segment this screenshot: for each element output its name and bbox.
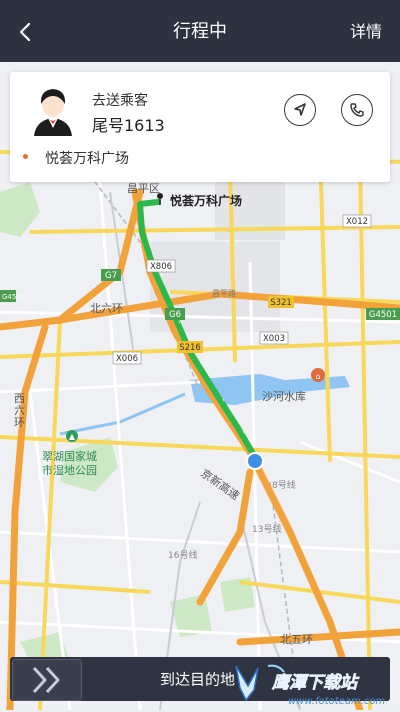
svg-text:▲: ▲: [69, 432, 76, 441]
park-pin-icon: ▲: [66, 430, 78, 442]
navigation-icon: [294, 103, 306, 116]
details-button[interactable]: 详情: [350, 18, 382, 42]
g4501-shield-right: G4501: [369, 310, 397, 320]
x012-shield: X012: [346, 217, 368, 227]
beiliu-label: 北六环: [90, 302, 123, 315]
cuihu-label-line2: 市湿地公园: [42, 463, 97, 477]
s216-shield: S216: [179, 343, 201, 353]
passenger-tail-number: 尾号1613: [92, 116, 165, 135]
svg-text:‹: ‹: [147, 232, 150, 240]
destination-poi-label: 悦荟万科广场: [170, 193, 242, 208]
g6-shield: G6: [169, 310, 181, 320]
g7-shield: G7: [105, 271, 117, 281]
driver-avatar-icon: [34, 89, 72, 136]
x806-shield: X806: [150, 262, 172, 272]
call-button[interactable]: [341, 94, 373, 126]
destination-dot-icon: [23, 154, 28, 159]
current-location-marker: [246, 452, 264, 470]
double-chevron-right-icon: [32, 666, 60, 694]
g4501-shield-left: G4501: [2, 293, 25, 301]
svg-text:鹰潭下载站: 鹰潭下载站: [271, 673, 360, 693]
watermark-logo: 鹰潭下载站 www.fototeam.com: [235, 664, 385, 707]
shahe-label: 沙河水库: [262, 390, 306, 403]
cuihu-label-line1: 翠湖国家城: [42, 449, 97, 463]
changping-label: 昌平区: [127, 182, 160, 195]
page-title: 行程中: [173, 21, 227, 42]
site-watermark: 鹰潭下载站 www.fototeam.com: [228, 660, 388, 708]
passenger-card: 去送乘客 尾号1613 悦荟万科广场: [10, 72, 390, 182]
svg-text:‹: ‹: [200, 359, 203, 367]
arrive-destination-label: 到达目的地: [160, 670, 236, 689]
changping-road-label: 昌平路: [212, 288, 236, 298]
svg-text:⌂: ⌂: [315, 372, 320, 381]
line13-label: 13号线: [252, 523, 281, 535]
svg-text:‹: ‹: [222, 396, 225, 404]
x006-shield: X006: [116, 354, 138, 364]
line16-label: 16号线: [168, 549, 197, 561]
svg-text:‹: ‹: [242, 428, 245, 436]
svg-text:www.fototeam.com: www.fototeam.com: [288, 696, 385, 707]
reservoir-pin-icon: ⌂: [311, 368, 325, 382]
svg-text:环: 环: [14, 416, 25, 429]
phone-icon: [350, 103, 364, 117]
navigation-button[interactable]: [284, 94, 316, 126]
slide-handle[interactable]: [12, 659, 82, 701]
beiwu-label: 北五环: [280, 633, 313, 646]
line8-label: 8号线: [272, 479, 296, 491]
x003-shield: X003: [263, 334, 285, 344]
s321-shield: S321: [270, 298, 292, 308]
top-bar: 行程中 详情: [0, 0, 400, 62]
destination-name: 悦荟万科广场: [45, 151, 129, 167]
trip-status: 去送乘客: [92, 93, 148, 109]
